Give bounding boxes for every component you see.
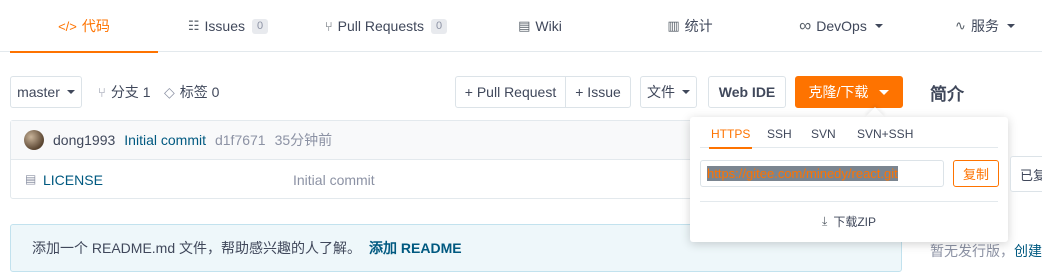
release-info: 暂无发行版，创建 (930, 241, 1042, 261)
tab-svn[interactable]: SVN (811, 127, 836, 141)
tab-stats[interactable]: ▥ 统计 (650, 0, 730, 52)
release-text: 暂无发行版， (930, 243, 1014, 259)
commit-hash[interactable]: d1f7671 (215, 132, 266, 148)
tab-ssh[interactable]: SSH (767, 127, 792, 141)
chevron-down-icon (879, 89, 890, 95)
services-icon: ∿ (955, 18, 966, 33)
readme-notice-text: 添加一个 README.md 文件，帮助感兴趣的人了解。 (32, 240, 362, 256)
tags-label: 标签 0 (179, 84, 220, 100)
branches-link[interactable]: ⑂ 分支 1 (98, 76, 151, 108)
commit-time: 35分钟前 (274, 132, 333, 148)
tab-services-label: 服务 (970, 18, 999, 34)
tab-wiki-label: Wiki (535, 18, 562, 34)
chevron-down-icon (1006, 24, 1015, 28)
branch-select[interactable]: master (10, 76, 82, 108)
web-ide-label: Web IDE (718, 84, 776, 100)
branch-select-label: master (17, 84, 60, 100)
copied-tooltip: 已复制 (1010, 156, 1042, 192)
devops-icon: ∞ (799, 16, 812, 35)
chevron-down-icon (874, 24, 883, 28)
new-pull-request-button[interactable]: + Pull Request (455, 76, 566, 108)
clone-url-input[interactable]: https://gitee.com/minedy/react.git (700, 160, 944, 187)
file-commit-message[interactable]: Initial commit (293, 172, 375, 188)
file-list-box: dong1993 Initial commit d1f7671 35分钟前 ▤ … (10, 120, 710, 199)
branch-icon: ⑂ (98, 84, 106, 100)
web-ide-button[interactable]: Web IDE (708, 76, 786, 108)
clone-url-text: https://gitee.com/minedy/react.git (707, 166, 898, 181)
tab-stats-label: 统计 (684, 18, 713, 34)
new-issue-label: + Issue (575, 84, 621, 100)
tab-wiki[interactable]: ▤ Wiki (500, 0, 580, 52)
tab-services[interactable]: ∿ 服务 (945, 0, 1025, 52)
file-menu-button[interactable]: 文件 (640, 76, 697, 108)
divider (700, 201, 998, 202)
avatar[interactable] (24, 130, 44, 150)
tab-devops-label: DevOps (816, 18, 867, 34)
clone-protocol-tabs: HTTPS SSH SVN SVN+SSH (700, 124, 998, 149)
tab-code-label: 代码 (81, 18, 110, 34)
download-icon: ⤓ (822, 214, 828, 228)
tab-pull-requests-label: Pull Requests (337, 18, 425, 34)
create-release-link[interactable]: 创建 (1014, 243, 1042, 259)
new-issue-button[interactable]: + Issue (565, 76, 631, 108)
tab-code[interactable]: </> 代码 (10, 0, 158, 53)
tab-devops[interactable]: ∞ DevOps (785, 0, 897, 52)
download-zip-label: 下载ZIP (833, 215, 876, 229)
pull-requests-count-badge: 0 (431, 18, 448, 34)
tab-issues[interactable]: ☷ Issues 0 (168, 0, 288, 52)
code-icon: </> (58, 18, 77, 34)
issues-icon: ☷ (187, 18, 200, 33)
copied-tooltip-text: 已复制 (1020, 167, 1042, 183)
tab-pull-requests[interactable]: ⑂ Pull Requests 0 (310, 0, 462, 52)
chevron-down-icon (66, 90, 75, 94)
add-readme-link[interactable]: 添加 README (369, 238, 462, 258)
copy-button[interactable]: 复制 (953, 160, 999, 187)
commit-message[interactable]: Initial commit (124, 132, 206, 148)
issues-count-badge: 0 (252, 18, 269, 34)
tag-icon: ◇ (164, 83, 175, 100)
intro-heading: 简介 (930, 85, 964, 104)
latest-commit-bar: dong1993 Initial commit d1f7671 35分钟前 (11, 121, 709, 160)
clone-download-button[interactable]: 克隆/下载 (795, 76, 903, 108)
chevron-down-icon (682, 90, 690, 94)
download-zip-button[interactable]: ⤓ 下载ZIP (690, 213, 1008, 230)
new-pull-request-label: + Pull Request (464, 84, 557, 100)
commit-author[interactable]: dong1993 (53, 132, 115, 148)
tab-https[interactable]: HTTPS (708, 127, 753, 149)
tags-link[interactable]: ◇ 标签 0 (164, 76, 219, 108)
file-icon: ▤ (25, 172, 37, 186)
list-item: ▤ LICENSE Initial commit (11, 160, 709, 199)
tab-svn-ssh[interactable]: SVN+SSH (857, 127, 913, 141)
repo-tab-bar: </> 代码 ☷ Issues 0 ⑂ Pull Requests 0 ▤ Wi… (0, 0, 1042, 53)
pull-request-icon: ⑂ (324, 18, 333, 34)
clone-download-label: 克隆/下载 (808, 84, 869, 100)
wiki-icon: ▤ (518, 18, 531, 33)
tab-issues-label: Issues (204, 18, 245, 34)
clone-popup: HTTPS SSH SVN SVN+SSH https://gitee.com/… (690, 117, 1008, 242)
file-name[interactable]: LICENSE (43, 172, 103, 188)
branches-label: 分支 1 (110, 84, 151, 100)
file-menu-label: 文件 (647, 84, 675, 100)
stats-icon: ▥ (667, 18, 680, 33)
